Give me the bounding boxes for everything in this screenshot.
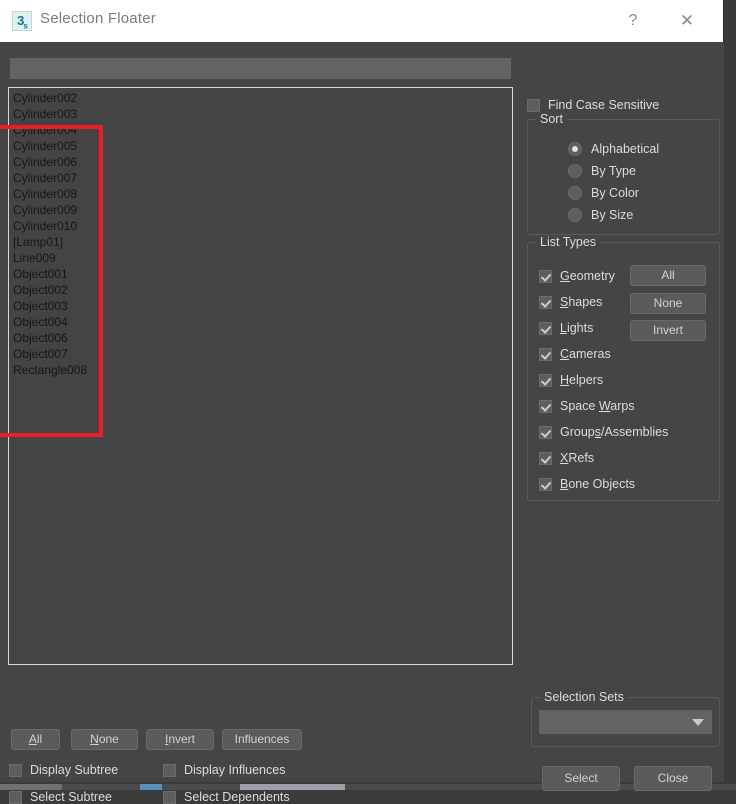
list-type-helpers[interactable]: Helpers: [539, 373, 603, 387]
search-input[interactable]: [10, 58, 511, 79]
find-case-sensitive-label: Find Case Sensitive: [548, 98, 660, 112]
list-type-label: Bone Objects: [560, 477, 636, 491]
list-type-label: XRefs: [560, 451, 595, 465]
list-type-label: Geometry: [560, 269, 615, 283]
sort-radio-by-type[interactable]: By Type: [568, 164, 636, 178]
list-type-label: Helpers: [560, 373, 604, 387]
background-strip-segment: [140, 784, 162, 790]
checkbox-icon: [539, 399, 552, 413]
list-type-shapes[interactable]: Shapes: [539, 295, 602, 309]
checkbox-icon: [539, 321, 552, 335]
list-type-label: Groups/Assemblies: [560, 425, 669, 439]
list-item[interactable]: Cylinder009: [13, 202, 512, 218]
checkbox-icon: [539, 269, 552, 283]
list-types-all-button[interactable]: All: [630, 265, 706, 286]
sort-group-legend: Sort: [536, 112, 567, 126]
radio-icon: [568, 164, 582, 178]
list-type-label: Shapes: [560, 295, 603, 309]
select-dependents-checkbox[interactable]: Select Dependents: [163, 790, 290, 804]
list-item[interactable]: Object006: [13, 330, 512, 346]
select-invert-button[interactable]: Invert: [146, 729, 214, 750]
list-item[interactable]: Object001: [13, 266, 512, 282]
list-item[interactable]: Object002: [13, 282, 512, 298]
object-list[interactable]: Cylinder002 Cylinder003 Cylinder004 Cylinde…: [8, 87, 513, 665]
checkbox-icon: [539, 477, 552, 491]
checkbox-icon: [539, 425, 552, 439]
window-title: Selection Floater: [40, 10, 156, 27]
checkbox-icon: [539, 451, 552, 465]
checkbox-icon: [163, 790, 176, 804]
list-type-cameras[interactable]: Cameras: [539, 347, 611, 361]
list-type-label: Lights: [560, 321, 594, 335]
checkbox-icon: [9, 763, 22, 777]
sort-radio-by-size[interactable]: By Size: [568, 208, 633, 222]
display-subtree-label: Display Subtree: [30, 763, 119, 777]
list-item[interactable]: [Lamp01]: [13, 234, 512, 250]
dialog-body: Cylinder002 Cylinder003 Cylinder004 Cylinde…: [0, 42, 724, 804]
list-item[interactable]: Cylinder002: [13, 90, 512, 106]
radio-icon: [568, 208, 582, 222]
selection-floater-dialog: 3s Selection Floater ? ✕ Cylinder002 Cyli…: [0, 0, 724, 804]
list-type-lights[interactable]: Lights: [539, 321, 593, 335]
list-item[interactable]: Cylinder005: [13, 138, 512, 154]
title-bar[interactable]: 3s Selection Floater ? ✕: [0, 0, 723, 43]
list-types-group-legend: List Types: [536, 235, 601, 249]
selection-sets-dropdown[interactable]: [539, 710, 712, 734]
list-item[interactable]: Cylinder004: [13, 122, 512, 138]
select-dependents-label: Select Dependents: [184, 790, 290, 804]
list-item[interactable]: Rectangle008: [13, 362, 512, 378]
display-subtree-checkbox[interactable]: Display Subtree: [9, 763, 118, 777]
checkbox-icon: [9, 790, 22, 804]
select-subtree-label: Select Subtree: [30, 790, 112, 804]
find-case-sensitive-checkbox[interactable]: Find Case Sensitive: [527, 98, 659, 112]
select-none-button[interactable]: None: [71, 729, 138, 750]
checkbox-icon: [539, 373, 552, 387]
display-influences-label: Display Influences: [184, 763, 286, 777]
list-item[interactable]: Cylinder006: [13, 154, 512, 170]
sort-radio-label: Alphabetical: [591, 142, 660, 156]
list-item[interactable]: Object004: [13, 314, 512, 330]
max-3ds-icon: 3s: [12, 11, 32, 31]
checkbox-icon: [539, 347, 552, 361]
select-all-button[interactable]: All: [11, 729, 60, 750]
display-influences-checkbox[interactable]: Display Influences: [163, 763, 285, 777]
list-item[interactable]: Cylinder008: [13, 186, 512, 202]
sort-group: Sort Alphabetical By Type By Color By Size: [527, 112, 720, 235]
object-list-items: Cylinder002 Cylinder003 Cylinder004 Cylinde…: [9, 88, 512, 378]
list-types-invert-button[interactable]: Invert: [630, 320, 706, 341]
select-button[interactable]: Select: [542, 766, 620, 791]
checkbox-icon: [527, 98, 540, 112]
list-type-space-warps[interactable]: Space Warps: [539, 399, 635, 413]
list-item[interactable]: Cylinder010: [13, 218, 512, 234]
sort-radio-by-color[interactable]: By Color: [568, 186, 639, 200]
close-button[interactable]: Close: [634, 766, 712, 791]
sort-radio-label: By Type: [591, 164, 636, 178]
select-influences-button[interactable]: Influences: [222, 729, 302, 750]
list-item[interactable]: Cylinder003: [13, 106, 512, 122]
list-types-none-button[interactable]: None: [630, 293, 706, 314]
list-type-bone-objects[interactable]: Bone Objects: [539, 477, 635, 491]
list-type-label: Cameras: [560, 347, 611, 361]
radio-icon: [568, 142, 582, 156]
sort-radio-alphabetical[interactable]: Alphabetical: [568, 142, 659, 156]
radio-icon: [568, 186, 582, 200]
select-subtree-checkbox[interactable]: Select Subtree: [9, 790, 112, 804]
sort-radio-label: By Color: [591, 186, 639, 200]
list-type-xrefs[interactable]: XRefs: [539, 451, 594, 465]
list-type-geometry[interactable]: Geometry: [539, 269, 615, 283]
checkbox-icon: [163, 763, 176, 777]
list-item[interactable]: Object003: [13, 298, 512, 314]
sort-radio-label: By Size: [591, 208, 634, 222]
list-item[interactable]: Line009: [13, 250, 512, 266]
checkbox-icon: [539, 295, 552, 309]
list-type-label: Space Warps: [560, 399, 635, 413]
list-item[interactable]: Object007: [13, 346, 512, 362]
selection-sets-legend: Selection Sets: [540, 690, 628, 704]
list-item[interactable]: Cylinder007: [13, 170, 512, 186]
close-window-button[interactable]: ✕: [665, 0, 709, 41]
help-button[interactable]: ?: [611, 0, 655, 41]
chevron-down-icon: [692, 719, 704, 726]
list-type-groups-assemblies[interactable]: Groups/Assemblies: [539, 425, 668, 439]
